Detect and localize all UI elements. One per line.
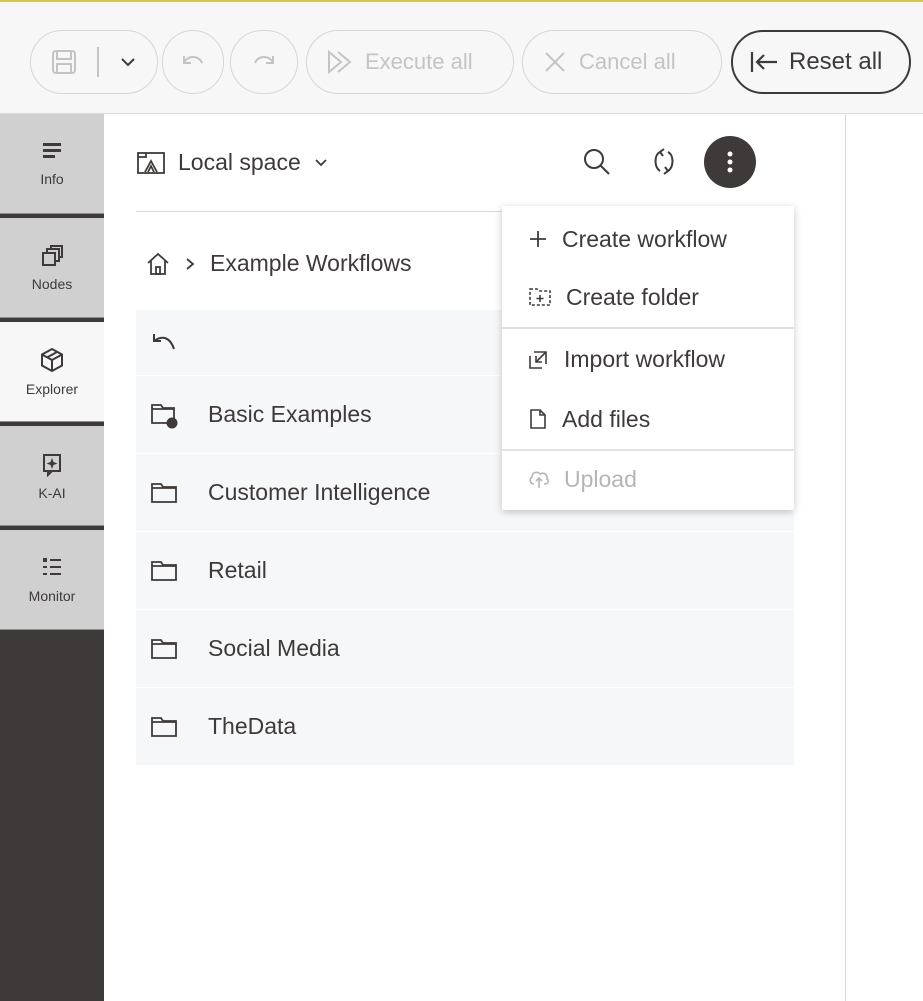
search-button[interactable]: [582, 147, 612, 182]
menu-item-label: Add files: [562, 405, 651, 432]
menu-item-label: Create workflow: [562, 225, 727, 252]
rail-tab-k-ai[interactable]: K-AI: [0, 426, 104, 526]
reset-icon: [750, 52, 777, 72]
folder-icon: [151, 482, 177, 503]
menu-item-create-folder[interactable]: Create folder: [502, 268, 794, 326]
rail-label-monitor: Monitor: [28, 587, 76, 604]
space-options-menu: Create workflow Create folder Import wor…: [502, 206, 794, 510]
home-icon[interactable]: [146, 252, 170, 276]
list-item[interactable]: TheData: [136, 688, 794, 766]
breadcrumb-current[interactable]: Example Workflows: [210, 250, 412, 277]
save-icon: [52, 50, 76, 74]
execute-all-icon: [328, 49, 352, 75]
activity-rail: Info Nodes Explorer K-AI Monitor: [0, 114, 104, 1001]
folder-plus-icon: [529, 288, 551, 306]
rail-tab-explorer[interactable]: Explorer: [0, 322, 104, 422]
rail-label-info: Info: [40, 170, 64, 187]
explorer-cube-icon: [41, 347, 63, 372]
list-item[interactable]: Retail: [136, 532, 794, 610]
refresh-icon: [654, 148, 674, 175]
more-vertical-icon: [727, 151, 733, 173]
menu-item-label: Import workflow: [564, 345, 726, 372]
save-button[interactable]: [31, 31, 97, 93]
rail-tab-nodes[interactable]: Nodes: [0, 218, 104, 318]
menu-item-upload[interactable]: Upload: [502, 450, 794, 508]
list-item[interactable]: Social Media: [136, 610, 794, 688]
space-header: Local space: [136, 114, 794, 212]
cancel-all-button[interactable]: Cancel all: [522, 30, 722, 94]
item-name: Social Media: [208, 635, 340, 661]
redo-button[interactable]: [230, 30, 298, 94]
close-icon: [545, 52, 565, 72]
space-selector[interactable]: Local space: [136, 149, 329, 176]
import-icon: [529, 351, 547, 369]
menu-item-label: Create folder: [566, 283, 699, 310]
item-name: TheData: [208, 713, 297, 739]
back-arrow-icon: [153, 333, 175, 349]
cancel-all-label: Cancel all: [579, 49, 676, 74]
chevron-down-icon: [315, 158, 327, 166]
menu-item-add-files[interactable]: Add files: [502, 390, 794, 448]
breadcrumb: Example Workflows: [146, 250, 412, 277]
info-lines-icon: [43, 142, 61, 158]
rail-label-explorer: Explorer: [25, 380, 79, 397]
more-options-button[interactable]: [704, 136, 756, 188]
execute-all-label: Execute all: [365, 49, 473, 74]
k-ai-icon: [43, 453, 61, 477]
local-space-icon: [137, 151, 165, 174]
menu-item-import-workflow[interactable]: Import workflow: [502, 330, 794, 388]
reset-all-button[interactable]: Reset all: [731, 30, 911, 94]
folder-icon: [151, 716, 177, 737]
folder-icon: [151, 560, 177, 581]
search-icon: [584, 149, 610, 175]
workflow-toolbar: Execute all Cancel all Reset all: [0, 2, 923, 114]
nodes-icon: [42, 244, 63, 266]
rail-tab-monitor[interactable]: Monitor: [0, 530, 104, 630]
rail-label-nodes: Nodes: [31, 275, 73, 292]
reset-all-label: Reset all: [789, 48, 883, 75]
redo-icon: [254, 56, 274, 64]
undo-button[interactable]: [162, 30, 224, 94]
cloud-upload-icon: [529, 471, 550, 488]
chevron-down-icon: [120, 58, 135, 67]
monitor-list-icon: [43, 557, 61, 575]
item-name: Customer Intelligence: [208, 479, 431, 505]
menu-item-label: Upload: [564, 465, 637, 492]
breadcrumb-chevron-icon: [186, 257, 195, 270]
item-name: Retail: [208, 557, 267, 583]
menu-separator: [502, 327, 794, 329]
folder-with-dot-icon: [151, 403, 178, 428]
refresh-button[interactable]: [650, 147, 678, 182]
save-split-button[interactable]: [30, 30, 158, 94]
item-name: Basic Examples: [208, 401, 372, 427]
folder-icon: [151, 638, 177, 659]
undo-icon: [183, 56, 203, 64]
rail-tab-info[interactable]: Info: [0, 114, 104, 214]
file-icon: [530, 409, 546, 429]
rail-label-k-ai: K-AI: [38, 484, 66, 501]
execute-all-button[interactable]: Execute all: [306, 30, 514, 94]
menu-item-create-workflow[interactable]: Create workflow: [502, 210, 794, 268]
space-name: Local space: [178, 149, 301, 175]
save-options-button[interactable]: [99, 31, 157, 93]
plus-icon: [530, 231, 546, 247]
